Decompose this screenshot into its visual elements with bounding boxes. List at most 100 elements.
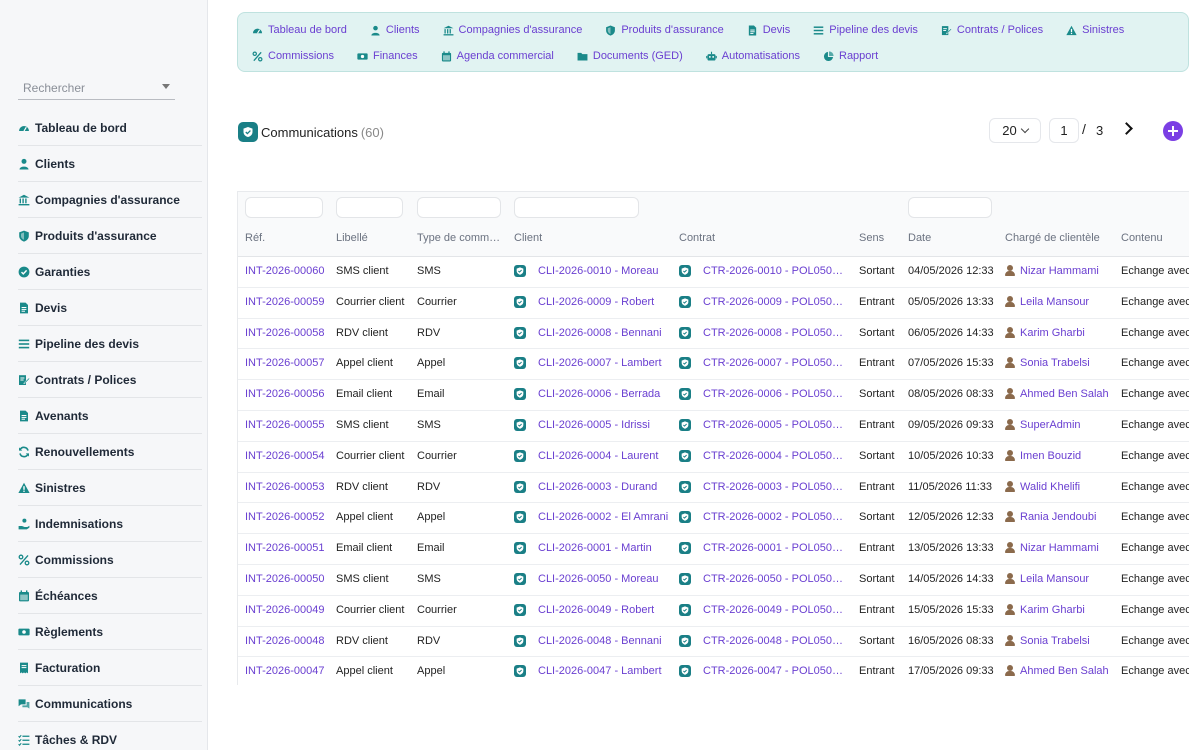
cell-charge-link[interactable]: Karim Gharbi [1020,604,1120,616]
cell-ref-link[interactable]: INT-2026-00052 [245,511,330,523]
cell-client-link[interactable]: CLI-2026-0049 - Robert [538,604,673,616]
cell-client-link[interactable]: CLI-2026-0008 - Bennani [538,327,673,339]
next-page-icon[interactable] [1120,121,1134,137]
sidebar-item-devis[interactable]: Devis [18,290,202,326]
nav-link-agenda-commercial[interactable]: Agenda commercial [441,49,554,63]
add-button[interactable] [1163,121,1183,141]
cell-charge-link[interactable]: SuperAdmin [1020,419,1120,431]
cell-client-link[interactable]: CLI-2026-0004 - Laurent [538,450,673,462]
table-row[interactable]: INT-2026-00051 Email client Email CLI-2026-… [238,534,1189,565]
table-row[interactable]: INT-2026-00052 Appel client Appel CLI-2026-… [238,503,1189,535]
cell-contrat-link[interactable]: CTR-2026-0050 - POL050… [703,573,848,585]
cell-client-link[interactable]: CLI-2026-0010 - Moreau [538,265,673,277]
cell-ref-link[interactable]: INT-2026-00051 [245,542,330,554]
sidebar-item-avenants[interactable]: Avenants [18,398,202,434]
cell-client-link[interactable]: CLI-2026-0006 - Berrada [538,388,673,400]
cell-client-link[interactable]: CLI-2026-0048 - Bennani [538,635,673,647]
sidebar-item-taches-rdv[interactable]: Tâches & RDV [18,722,202,750]
cell-contrat-link[interactable]: CTR-2026-0003 - POL050… [703,481,848,493]
nav-link-commissions[interactable]: Commissions [252,49,334,63]
nav-link-devis[interactable]: Devis [747,23,790,37]
cell-ref-link[interactable]: INT-2026-00059 [245,296,330,308]
cell-ref-link[interactable]: INT-2026-00048 [245,635,330,647]
column-header-charge[interactable]: Chargé de clientèle [1005,232,1100,244]
cell-client-link[interactable]: CLI-2026-0003 - Durand [538,481,673,493]
filter-client-input[interactable] [514,197,639,218]
cell-contrat-link[interactable]: CTR-2026-0006 - POL050… [703,388,848,400]
cell-charge-link[interactable]: Ahmed Ben Salah [1020,388,1120,400]
nav-link-tableau-de-bord[interactable]: Tableau de bord [252,23,347,37]
column-header-contrat[interactable]: Contrat [679,232,715,244]
cell-contrat-link[interactable]: CTR-2026-0007 - POL050… [703,357,848,369]
column-header-libelle[interactable]: Libellé [336,232,368,244]
chevron-down-icon[interactable] [162,84,170,89]
cell-charge-link[interactable]: Sonia Trabelsi [1020,357,1120,369]
nav-link-finances[interactable]: Finances [357,49,418,63]
sidebar-item-tableau-de-bord[interactable]: Tableau de bord [18,110,202,146]
cell-contrat-link[interactable]: CTR-2026-0010 - POL050… [703,265,848,277]
filter-date-input[interactable] [908,197,992,218]
cell-contrat-link[interactable]: CTR-2026-0008 - POL050… [703,327,848,339]
column-header-ref[interactable]: Réf. [245,232,265,244]
sidebar-item-facturation[interactable]: Facturation [18,650,202,686]
sidebar-item-communications[interactable]: Communications [18,686,202,722]
sidebar-item-garanties[interactable]: Garanties [18,254,202,290]
cell-client-link[interactable]: CLI-2026-0047 - Lambert [538,665,673,677]
cell-ref-link[interactable]: INT-2026-00047 [245,665,330,677]
cell-ref-link[interactable]: INT-2026-00057 [245,357,330,369]
cell-ref-link[interactable]: INT-2026-00060 [245,265,330,277]
cell-contrat-link[interactable]: CTR-2026-0001 - POL050… [703,542,848,554]
table-row[interactable]: INT-2026-00050 SMS client SMS CLI-2026-0050… [238,565,1189,596]
nav-link-sinistres[interactable]: Sinistres [1066,23,1124,37]
filter-type-input[interactable] [417,197,501,218]
cell-contrat-link[interactable]: CTR-2026-0047 - POL050… [703,665,848,677]
cell-ref-link[interactable]: INT-2026-00053 [245,481,330,493]
column-header-sens[interactable]: Sens [859,232,884,244]
cell-contrat-link[interactable]: CTR-2026-0002 - POL050… [703,511,848,523]
sidebar-item-sinistres[interactable]: Sinistres [18,470,202,506]
nav-link-contrats-polices[interactable]: Contrats / Polices [941,23,1043,37]
cell-charge-link[interactable]: Nizar Hammami [1020,542,1120,554]
table-row[interactable]: INT-2026-00060 SMS client SMS CLI-2026-0010… [238,257,1189,288]
sidebar-item-contrats-polices[interactable]: Contrats / Polices [18,362,202,398]
column-header-contenu[interactable]: Contenu [1121,232,1163,244]
sidebar-item-pipeline-des-devis[interactable]: Pipeline des devis [18,326,202,362]
sidebar-search-input[interactable]: Rechercher [18,78,175,100]
cell-charge-link[interactable]: Sonia Trabelsi [1020,635,1120,647]
cell-contrat-link[interactable]: CTR-2026-0048 - POL050… [703,635,848,647]
cell-charge-link[interactable]: Nizar Hammami [1020,265,1120,277]
cell-charge-link[interactable]: Leila Mansour [1020,573,1120,585]
table-row[interactable]: INT-2026-00054 Courrier client Courrier CLI… [238,442,1189,473]
sidebar-item-commissions[interactable]: Commissions [18,542,202,578]
nav-link-clients[interactable]: Clients [370,23,420,37]
cell-client-link[interactable]: CLI-2026-0002 - El Amrani [538,511,673,523]
table-row[interactable]: INT-2026-00056 Email client Email CLI-2026-… [238,380,1189,411]
cell-charge-link[interactable]: Ahmed Ben Salah [1020,665,1120,677]
page-size-select[interactable]: 20 [989,118,1041,143]
column-header-date[interactable]: Date [908,232,931,244]
nav-link-produits-d-assurance[interactable]: Produits d'assurance [605,23,724,37]
nav-link-automatisations[interactable]: Automatisations [705,49,800,63]
table-row[interactable]: INT-2026-00059 Courrier client Courrier CLI… [238,288,1189,319]
cell-client-link[interactable]: CLI-2026-0005 - Idrissi [538,419,673,431]
sidebar-item-compagnies-d-assurance[interactable]: Compagnies d'assurance [18,182,202,218]
table-row[interactable]: INT-2026-00049 Courrier client Courrier CLI… [238,596,1189,627]
sidebar-item-renouvellements[interactable]: Renouvellements [18,434,202,470]
cell-charge-link[interactable]: Leila Mansour [1020,296,1120,308]
sidebar-item-reglements[interactable]: Règlements [18,614,202,650]
cell-contrat-link[interactable]: CTR-2026-0005 - POL050… [703,419,848,431]
cell-client-link[interactable]: CLI-2026-0009 - Robert [538,296,673,308]
cell-charge-link[interactable]: Rania Jendoubi [1020,511,1120,523]
column-header-type[interactable]: Type de comm… [417,232,500,244]
sidebar-item-indemnisations[interactable]: Indemnisations [18,506,202,542]
cell-charge-link[interactable]: Imen Bouzid [1020,450,1120,462]
cell-ref-link[interactable]: INT-2026-00050 [245,573,330,585]
table-row[interactable]: INT-2026-00047 Appel client Appel CLI-2026-… [238,657,1189,685]
cell-ref-link[interactable]: INT-2026-00056 [245,388,330,400]
table-row[interactable]: INT-2026-00055 SMS client SMS CLI-2026-0005… [238,411,1189,442]
sidebar-item-produits-d-assurance[interactable]: Produits d'assurance [18,218,202,254]
cell-client-link[interactable]: CLI-2026-0001 - Martin [538,542,673,554]
column-header-client[interactable]: Client [514,232,542,244]
cell-contrat-link[interactable]: CTR-2026-0004 - POL050… [703,450,848,462]
cell-ref-link[interactable]: INT-2026-00049 [245,604,330,616]
